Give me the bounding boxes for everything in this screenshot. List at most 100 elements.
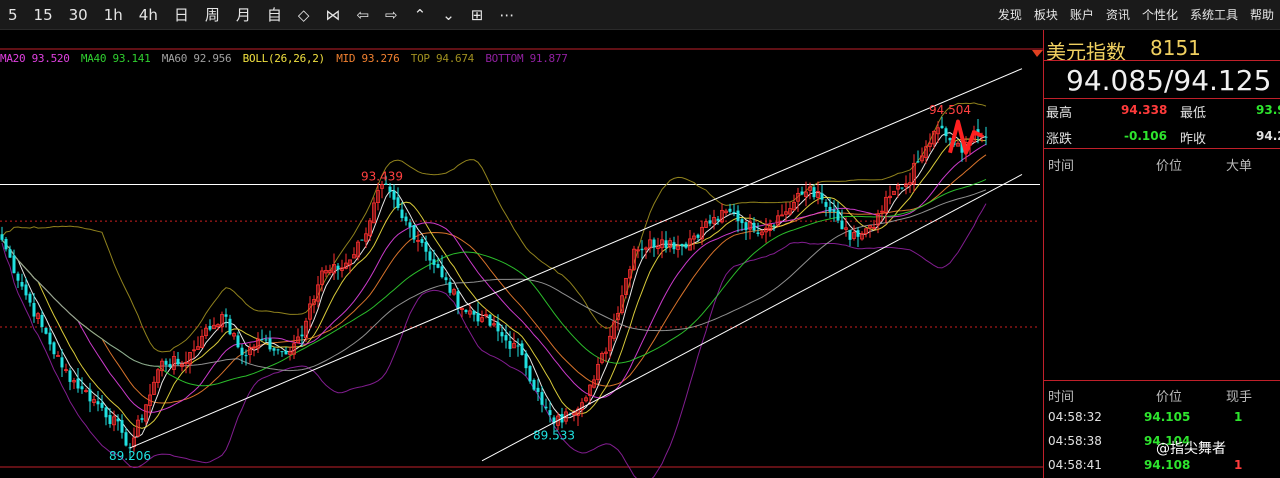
- candle-body: [12, 255, 16, 274]
- candle-body: [68, 370, 72, 382]
- channel-trendline: [481, 174, 1023, 462]
- kline-chart[interactable]: 94.504 93.439 89.533 89.206 MA20 93.520 MA4…: [0, 30, 1043, 478]
- boll-top-line: [1, 102, 987, 353]
- candle-body: [408, 222, 412, 228]
- period-5m[interactable]: 5: [0, 6, 26, 24]
- candle-body: [812, 187, 816, 198]
- right-edge-marker: [1032, 50, 1043, 57]
- price-label: 93.439: [361, 169, 403, 183]
- candle-body: [40, 314, 44, 327]
- high-value: 94.338: [1121, 103, 1168, 117]
- candle-body: [900, 187, 904, 189]
- candle-body: [828, 206, 832, 212]
- candle-body: [208, 325, 212, 330]
- arrow-left-icon[interactable]: ⇦: [348, 6, 377, 24]
- candle-body: [4, 238, 8, 250]
- candle-body: [412, 225, 416, 240]
- menu-help[interactable]: 帮助: [1244, 6, 1280, 23]
- zoom-in-icon[interactable]: ◇: [290, 6, 318, 24]
- candle-body: [300, 334, 304, 337]
- tick-row: 04:58:41 94.108 1: [1048, 458, 1278, 472]
- candle-body: [944, 128, 948, 137]
- candle-body: [684, 243, 688, 248]
- candle-body: [448, 281, 452, 293]
- arrow-down-icon[interactable]: ⌄: [434, 6, 463, 24]
- candle-body: [404, 216, 408, 222]
- menu-news[interactable]: 资讯: [1100, 6, 1136, 23]
- period-15m[interactable]: 15: [26, 6, 61, 24]
- candle-body: [800, 191, 804, 195]
- candle-body: [500, 332, 504, 337]
- menu-discover[interactable]: 发现: [992, 6, 1028, 23]
- legend-ma20: MA20 93.520: [0, 52, 70, 65]
- quote-panel: 美元指数 8151 94.085/94.125 最高 94.338 最低 93.…: [1043, 30, 1280, 478]
- candle-body: [472, 310, 476, 315]
- arrow-right-icon[interactable]: ⇨: [377, 6, 406, 24]
- legend-ma40: MA40 93.141: [80, 52, 151, 65]
- candle-body: [28, 293, 32, 303]
- main-menu: 发现 板块 账户 资讯 个性化 系统工具 帮助: [992, 0, 1280, 29]
- candle-body: [508, 340, 512, 349]
- arrow-up-icon[interactable]: ⌃: [406, 6, 435, 24]
- candle-body: [728, 208, 732, 212]
- candle-body: [384, 183, 388, 185]
- zoom-out-icon[interactable]: ⋈: [317, 6, 348, 24]
- candle-body: [548, 410, 552, 416]
- candle-body: [736, 210, 740, 222]
- tick-time-header: 时间: [1048, 390, 1075, 405]
- candle-body: [276, 349, 280, 351]
- legend-ma60: MA60 92.956: [161, 52, 232, 65]
- period-30m[interactable]: 30: [61, 6, 96, 24]
- low-label: 最低: [1180, 106, 1207, 121]
- candle-body: [120, 420, 124, 433]
- candle-body: [544, 406, 548, 409]
- bid-ask-price: 94.085/94.125: [1066, 64, 1272, 97]
- period-4h[interactable]: 4h: [131, 6, 166, 24]
- channel-trendline: [129, 68, 1023, 449]
- candle-body: [940, 125, 944, 129]
- candle-body: [740, 219, 744, 224]
- menu-personalize[interactable]: 个性化: [1136, 6, 1184, 23]
- candle-body: [820, 193, 824, 200]
- candle-body: [716, 218, 720, 221]
- period-1h[interactable]: 1h: [96, 6, 131, 24]
- period-week[interactable]: 周: [197, 4, 228, 25]
- menu-account[interactable]: 账户: [1064, 6, 1100, 23]
- candle-body: [124, 432, 128, 446]
- candle-body: [32, 303, 36, 317]
- candle-body: [916, 161, 920, 163]
- menu-system-tools[interactable]: 系统工具: [1184, 6, 1244, 23]
- candle-body: [444, 277, 448, 281]
- candle-body: [456, 291, 460, 309]
- more-icon[interactable]: ⋯: [491, 6, 522, 24]
- candle-body: [664, 240, 668, 248]
- period-custom[interactable]: 自: [259, 4, 290, 25]
- indicator-legend: MA20 93.520 MA40 93.141 MA60 92.956 BOLL…: [0, 52, 573, 65]
- period-month[interactable]: 月: [228, 4, 259, 25]
- candle-body: [240, 347, 244, 355]
- candle-body: [824, 202, 828, 207]
- candle-body: [164, 360, 168, 365]
- candle-body: [772, 225, 776, 227]
- candle-body: [52, 342, 56, 355]
- candle-body: [48, 332, 52, 345]
- candle-body: [268, 338, 272, 350]
- candle-body: [520, 343, 524, 355]
- candle-body: [432, 259, 436, 265]
- candle-body: [224, 314, 228, 317]
- legend-mid: MID 93.276: [336, 52, 400, 65]
- candle-body: [140, 418, 144, 420]
- candle-body: [440, 266, 444, 278]
- kline-chart-svg[interactable]: 94.504 93.439 89.533 89.206: [0, 30, 1043, 478]
- candle-body: [532, 379, 536, 390]
- layout-grid-icon[interactable]: ⊞: [463, 6, 492, 24]
- tick-volume: 1: [1234, 458, 1243, 472]
- menu-sectors[interactable]: 板块: [1028, 6, 1064, 23]
- change-value: -0.106: [1124, 129, 1167, 143]
- period-day[interactable]: 日: [166, 4, 197, 25]
- low-value: 93.9: [1256, 103, 1280, 117]
- candle-body: [24, 284, 28, 296]
- candle-body: [244, 355, 248, 357]
- candle-body: [420, 239, 424, 243]
- candle-body: [528, 366, 532, 382]
